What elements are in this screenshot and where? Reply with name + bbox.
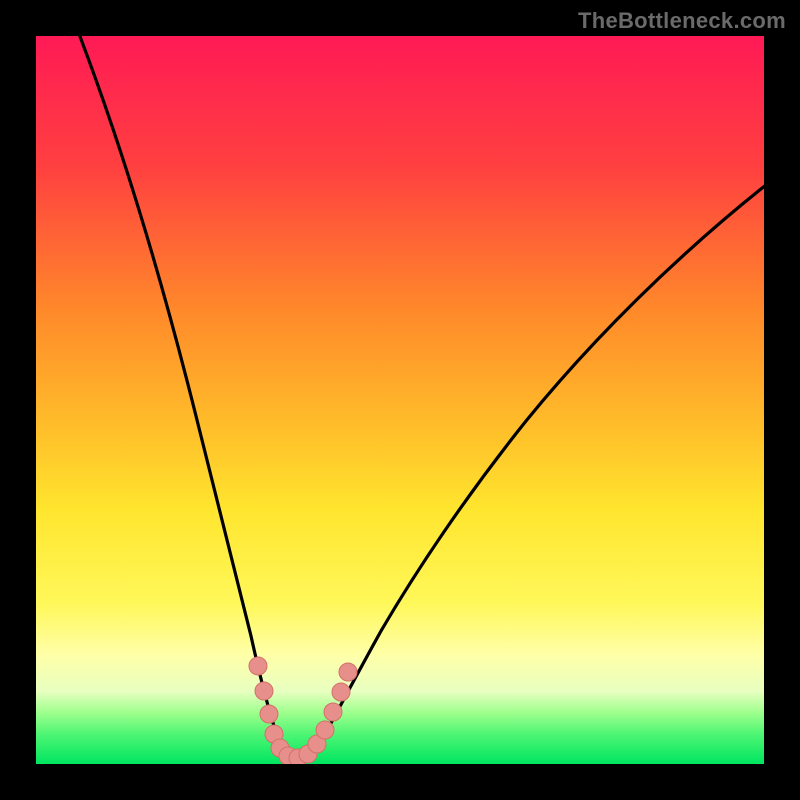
- marker-dot: [339, 663, 357, 681]
- marker-dot: [249, 657, 267, 675]
- plot-area: [36, 36, 764, 764]
- marker-dot: [260, 705, 278, 723]
- marker-dots: [36, 36, 764, 764]
- marker-dot: [324, 703, 342, 721]
- watermark-text: TheBottleneck.com: [578, 8, 786, 34]
- marker-dot: [255, 682, 273, 700]
- marker-dot: [332, 683, 350, 701]
- chart-stage: TheBottleneck.com: [0, 0, 800, 800]
- marker-dot: [316, 721, 334, 739]
